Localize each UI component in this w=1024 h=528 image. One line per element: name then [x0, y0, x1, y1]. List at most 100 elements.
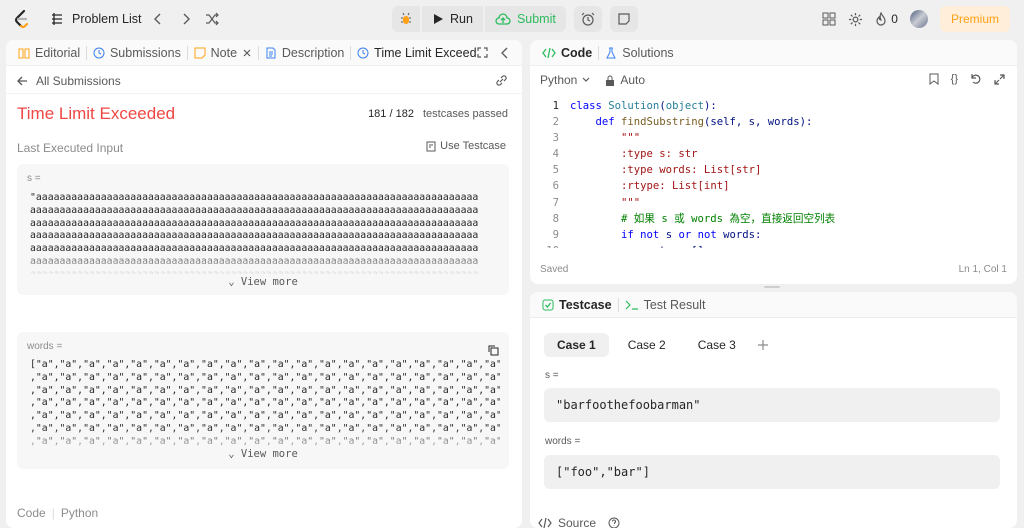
case-tab-2[interactable]: Case 2: [615, 333, 679, 357]
premium-button[interactable]: Premium: [939, 6, 1010, 32]
submit-button[interactable]: Submit: [484, 6, 566, 32]
shuffle-icon[interactable]: [203, 10, 221, 28]
tab-solutions[interactable]: Solutions: [599, 40, 679, 66]
source-label: Source: [558, 516, 597, 528]
left-tab-bar: Editorial Submissions Note Description T…: [6, 40, 522, 66]
run-button[interactable]: Run: [422, 6, 483, 32]
arrow-left-icon[interactable]: [16, 75, 28, 87]
tab-editorial-label: Editorial: [35, 45, 81, 60]
layout-grid-icon[interactable]: [822, 12, 836, 26]
input-words-line: ,"a","a","a","a","a","a","a","a","a","a"…: [30, 371, 500, 383]
code-line-text: def findSubstring(self, s, words):: [595, 116, 813, 129]
view-more-button[interactable]: ⌄ View more: [17, 276, 509, 288]
saved-status: Saved: [540, 264, 569, 275]
cursor-position: Ln 1, Col 1: [958, 264, 1007, 275]
language-label: Python: [60, 506, 99, 520]
checkbox-icon: [542, 299, 554, 311]
tab-test-result[interactable]: Test Result: [619, 292, 712, 318]
view-more-button[interactable]: ⌄ View more: [17, 448, 509, 460]
link-icon[interactable]: [495, 74, 508, 87]
use-testcase-button[interactable]: Use Testcase: [426, 140, 506, 152]
tab-description-label: Description: [281, 45, 345, 60]
avatar[interactable]: [909, 10, 928, 28]
code-line-text: :rtype: List[int]: [570, 180, 730, 193]
line-number: 9: [552, 228, 559, 241]
case-tab-1[interactable]: Case 1: [544, 333, 609, 357]
code-line-text: if not s or not words:: [621, 228, 762, 241]
code-line: 3 """: [530, 130, 1017, 146]
history-icon: [357, 47, 369, 59]
code-line-text: """: [570, 132, 641, 145]
tab-submissions[interactable]: Submissions: [87, 40, 187, 66]
code-line-text: :type s: str: [570, 148, 698, 161]
top-right-actions: 0 Premium: [822, 6, 1010, 32]
tab-solutions-label: Solutions: [622, 45, 674, 60]
testcase-s-input[interactable]: "barfoothefoobarman": [544, 388, 1000, 422]
streak-counter[interactable]: 0: [875, 12, 898, 26]
all-submissions-link[interactable]: All Submissions: [36, 74, 121, 88]
code-line: 4 :type s: str: [530, 146, 1017, 162]
tab-submission-result[interactable]: Time Limit Exceede …: [351, 40, 477, 66]
braces-icon[interactable]: {}: [951, 73, 958, 85]
tab-code-label: Code: [561, 45, 593, 60]
submission-panel: Editorial Submissions Note Description T…: [6, 40, 522, 528]
code-editor[interactable]: 1 class Solution(object): 2 def findSubstr…: [530, 98, 1017, 248]
chevron-left-icon[interactable]: [149, 10, 167, 28]
lock-icon: [605, 75, 615, 86]
chevron-left-icon[interactable]: [500, 47, 510, 59]
add-testcase-icon: [426, 141, 437, 152]
panel-resize-handle[interactable]: [764, 286, 780, 288]
editor-status-bar: Saved Ln 1, Col 1: [530, 264, 1017, 275]
code-line: 8 # 如果 s 或 words 為空，直接返回空列表: [530, 211, 1017, 227]
tab-description[interactable]: Description: [259, 40, 351, 66]
code-line: 2 def findSubstring(self, s, words):: [530, 114, 1017, 130]
play-icon: [432, 13, 444, 25]
expand-icon[interactable]: [994, 73, 1005, 85]
bookmark-icon[interactable]: [929, 73, 939, 85]
line-number: 8: [552, 212, 559, 225]
copy-icon[interactable]: [487, 344, 499, 356]
editor-tools: {}: [929, 73, 1005, 85]
last-executed-input-label: Last Executed Input: [17, 141, 124, 155]
tab-editorial[interactable]: Editorial: [12, 40, 86, 66]
input-words-line: ["a","a","a","a","a","a","a","a","a","a"…: [30, 359, 500, 370]
fire-icon: [875, 12, 887, 26]
problem-list-button[interactable]: Problem List: [50, 10, 141, 28]
tab-code[interactable]: Code: [536, 40, 598, 66]
input-words-line: ,"a","a","a","a","a","a","a","a","a","a"…: [30, 397, 500, 409]
code-line-text: class Solution(object):: [570, 100, 717, 112]
leetcode-logo-icon[interactable]: [12, 9, 32, 29]
add-case-icon[interactable]: [757, 339, 769, 351]
code-icon: [542, 47, 556, 59]
testcases-passed: 181 / 182 testcases passed: [368, 108, 508, 120]
help-circle-icon[interactable]: [608, 517, 620, 528]
tab-note[interactable]: Note: [188, 40, 258, 66]
run-label: Run: [450, 12, 473, 26]
note-icon[interactable]: [609, 6, 638, 32]
cloud-upload-icon: [495, 12, 511, 26]
code-tab-bar: Code Solutions: [530, 40, 1017, 66]
chevron-right-icon[interactable]: [177, 10, 195, 28]
reset-icon[interactable]: [970, 73, 982, 85]
source-row[interactable]: Source: [538, 516, 620, 528]
code-line: 7 """: [530, 195, 1017, 211]
list-icon: [50, 12, 64, 26]
language-select[interactable]: Python: [540, 73, 591, 87]
streak-count: 0: [891, 12, 898, 26]
debug-button[interactable]: [392, 6, 420, 32]
case-tab-3[interactable]: Case 3: [685, 333, 749, 357]
gear-icon[interactable]: [848, 12, 863, 27]
tab-testcase[interactable]: Testcase: [536, 292, 618, 318]
testcase-words-input[interactable]: ["foo","bar"]: [544, 455, 1000, 489]
input-words-box: words = ["a","a","a","a","a","a","a","a"…: [17, 332, 509, 469]
code-line: 10 return []: [530, 243, 1017, 248]
maximize-icon[interactable]: [477, 47, 488, 58]
history-icon: [93, 47, 105, 59]
tab-test-result-label: Test Result: [643, 297, 706, 312]
input-s-box: s = "aaaaaaaaaaaaaaaaaaaaaaaaaaaaaaaaaaa…: [17, 164, 509, 295]
alarm-clock-icon[interactable]: [573, 6, 602, 32]
line-number: 7: [552, 196, 559, 209]
testcase-s-label: s =: [545, 370, 559, 381]
auto-mode-label[interactable]: Auto: [620, 73, 645, 87]
close-icon[interactable]: [242, 48, 252, 58]
